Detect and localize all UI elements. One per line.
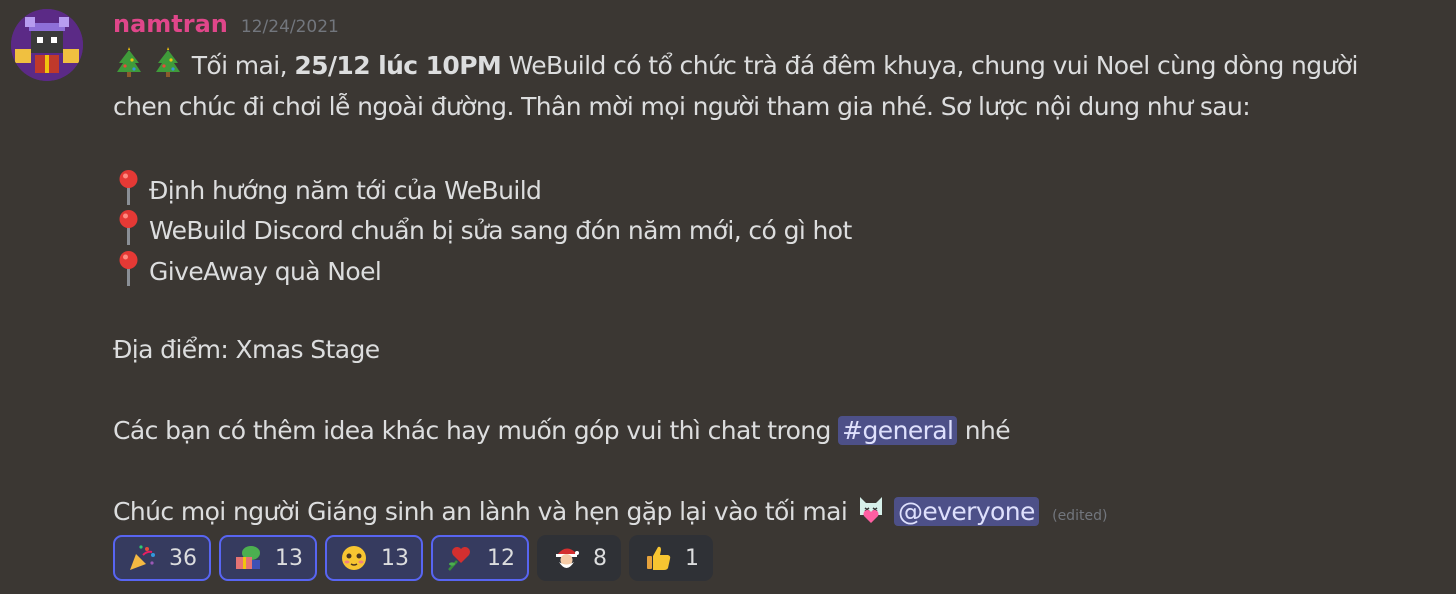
message-line-2: chen chúc đi chơi lễ ngoài đường. Thân m… — [113, 91, 1251, 121]
edited-label: (edited) — [1052, 507, 1108, 524]
bullet-item: Định hướng năm tới của WeBuild — [113, 168, 1443, 209]
bullet-item: GiveAway quà Noel — [113, 249, 1443, 290]
reaction-count: 13 — [381, 545, 409, 571]
party-popper-icon — [130, 545, 155, 570]
bullet-text: GiveAway quà Noel — [149, 256, 382, 286]
blushing-face-icon — [342, 546, 366, 570]
channel-line-post: nhé — [964, 415, 1011, 445]
round-pushpin-icon — [119, 250, 138, 286]
bullet-text: WeBuild Discord chuẩn bị sửa sang đón nă… — [149, 216, 852, 245]
message: namtran 12/24/2021 Tối mai, 25/12 lúc 10… — [0, 0, 1456, 594]
reaction-count: 13 — [275, 545, 303, 571]
bullet-text: Định hướng năm tới của WeBuild — [149, 175, 542, 205]
closing-line: Chúc mọi người Giáng sinh an lành và hẹn… — [113, 492, 1443, 533]
channel-mention[interactable]: #general — [838, 415, 958, 445]
reaction-party-popper[interactable]: 36 — [113, 535, 211, 581]
message-body: Tối mai, 25/12 lúc 10PM WeBuild có tổ ch… — [113, 46, 1443, 532]
reaction-count: 12 — [487, 545, 515, 571]
cat-heart-icon — [859, 496, 882, 523]
everyone-mention[interactable]: @everyone — [893, 496, 1039, 526]
reactions-bar: 36 13 13 12 8 1 — [113, 535, 713, 581]
line1-text-post: WeBuild có tổ chức trà đá đêm khuya, chu… — [508, 51, 1359, 80]
thumbs-up-icon — [647, 546, 671, 570]
username[interactable]: namtran — [113, 10, 228, 38]
line1-text-pre: Tối mai, — [191, 51, 288, 80]
line1-bold-datetime: 25/12 lúc 10PM — [294, 51, 502, 80]
reaction-pepe-gift[interactable]: 13 — [219, 535, 317, 581]
reaction-count: 36 — [169, 545, 197, 571]
christmas-tree-icon — [117, 47, 141, 77]
message-header: namtran 12/24/2021 — [113, 10, 1443, 46]
pixel-cat-avatar-icon — [11, 9, 83, 81]
reaction-thumbs-up[interactable]: 1 — [629, 535, 713, 581]
round-pushpin-icon — [119, 210, 138, 245]
reaction-blushing-face[interactable]: 13 — [325, 535, 423, 581]
location-line: Địa điểm: Xmas Stage — [113, 334, 380, 364]
avatar[interactable] — [11, 9, 83, 81]
christmas-tree-icon — [156, 47, 181, 77]
pepe-gift-icon — [236, 546, 260, 569]
timestamp[interactable]: 12/24/2021 — [241, 17, 339, 37]
channel-line: Các bạn có thêm idea khác hay muốn góp v… — [113, 411, 1443, 452]
message-line-1: Tối mai, 25/12 lúc 10PM WeBuild có tổ ch… — [113, 46, 1443, 87]
bullet-item: WeBuild Discord chuẩn bị sửa sang đón nă… — [113, 208, 1443, 249]
reaction-count: 8 — [593, 545, 607, 571]
santa-icon — [556, 548, 579, 568]
channel-line-pre: Các bạn có thêm idea khác hay muốn góp v… — [113, 415, 831, 445]
reaction-santa[interactable]: 8 — [537, 535, 621, 581]
reaction-rose-heart[interactable]: 12 — [431, 535, 529, 581]
message-content: namtran 12/24/2021 Tối mai, 25/12 lúc 10… — [113, 10, 1443, 532]
reaction-count: 1 — [685, 545, 699, 571]
rose-heart-icon — [448, 547, 470, 571]
closing-text: Chúc mọi người Giáng sinh an lành và hẹn… — [113, 496, 848, 526]
round-pushpin-icon — [119, 169, 138, 205]
